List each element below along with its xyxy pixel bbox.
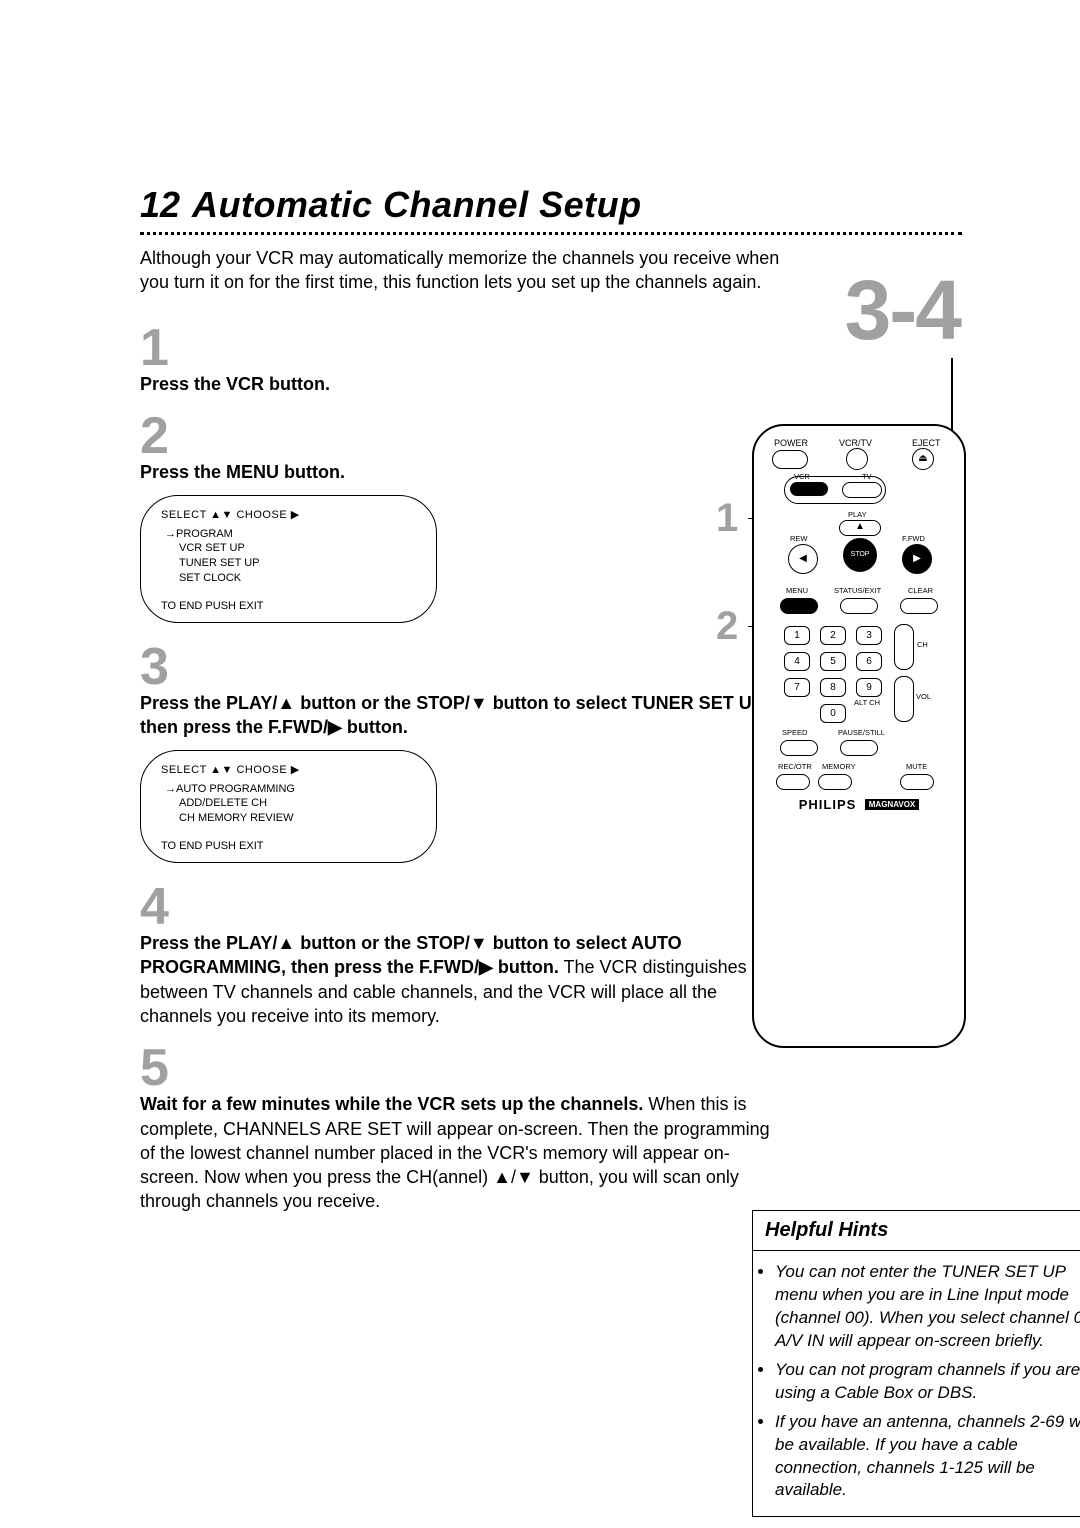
key-8: 8	[820, 678, 846, 697]
step-text: Press the VCR button.	[140, 372, 782, 396]
power-button	[772, 450, 808, 469]
key-5: 5	[820, 652, 846, 671]
key-0: 0	[820, 704, 846, 723]
page-heading: 12 Automatic Channel Setup	[140, 184, 642, 226]
label-altch: ALT CH	[854, 698, 880, 707]
ffwd-button: ▶	[902, 544, 932, 574]
step-number: 3	[140, 641, 782, 693]
remote-illustration: 1 2 POWER VCR/TV EJECT ⏏ VCR TV PLAY ▲ R…	[752, 424, 966, 1048]
key-3: 3	[856, 626, 882, 645]
label-ch: CH	[917, 640, 928, 649]
osd-footer: TO END PUSH EXIT	[161, 600, 416, 612]
key-9: 9	[856, 678, 882, 697]
vol-rocker	[894, 676, 914, 722]
step-text: Press the MENU button.	[140, 460, 782, 484]
osd-item: CH MEMORY REVIEW	[165, 811, 416, 826]
osd-items: PROGRAM VCR SET UP TUNER SET UP SET CLOC…	[165, 527, 416, 586]
label-speed: SPEED	[782, 728, 807, 737]
label-pause: PAUSE/STILL	[838, 728, 885, 737]
osd-items: AUTO PROGRAMMING ADD/DELETE CH CH MEMORY…	[165, 782, 416, 827]
osd-header: SELECT ▲▼ CHOOSE ▶	[161, 763, 416, 776]
key-1: 1	[784, 626, 810, 645]
hint-item: If you have an antenna, channels 2-69 wi…	[775, 1411, 1080, 1503]
label-vcr: VCR	[794, 472, 810, 481]
eject-button: ⏏	[912, 448, 934, 470]
helpful-hints-box: Helpful Hints You can not enter the TUNE…	[752, 1210, 1080, 1517]
osd-screen-main-menu: SELECT ▲▼ CHOOSE ▶ PROGRAM VCR SET UP TU…	[140, 495, 437, 623]
key-7: 7	[784, 678, 810, 697]
ch-rocker	[894, 624, 914, 670]
step-number: 4	[140, 881, 782, 933]
label-rew: REW	[790, 534, 808, 543]
key-2: 2	[820, 626, 846, 645]
osd-footer: TO END PUSH EXIT	[161, 840, 416, 852]
step-4: 4 Press the PLAY/▲ button or the STOP/▼ …	[140, 881, 782, 1028]
page-title: Automatic Channel Setup	[192, 184, 642, 226]
label-mute: MUTE	[906, 762, 927, 771]
vcrtv-button	[846, 448, 868, 470]
label-clear: CLEAR	[908, 586, 933, 595]
play-button: ▲	[839, 520, 881, 536]
helpful-hints-title: Helpful Hints	[753, 1211, 1080, 1251]
manual-page: 12 Automatic Channel Setup Although your…	[0, 0, 1080, 1528]
memory-button	[818, 774, 852, 790]
osd-header: SELECT ▲▼ CHOOSE ▶	[161, 508, 416, 521]
heading-dotted-rule	[140, 232, 962, 235]
remote-callout-2: 2	[716, 604, 738, 649]
hint-item: You can not program channels if you are …	[775, 1359, 1080, 1405]
label-eject: EJECT	[912, 438, 941, 448]
label-play: PLAY	[848, 510, 867, 519]
label-power: POWER	[774, 438, 808, 448]
brand-row: PHILIPS MAGNAVOX	[754, 796, 964, 814]
speed-button	[780, 740, 818, 756]
osd-item: ADD/DELETE CH	[165, 796, 416, 811]
osd-screen-tuner-setup: SELECT ▲▼ CHOOSE ▶ AUTO PROGRAMMING ADD/…	[140, 750, 437, 864]
step-5: 5 Wait for a few minutes while the VCR s…	[140, 1042, 782, 1213]
step-1: 1 Press the VCR button.	[140, 322, 782, 396]
step-number: 5	[140, 1042, 782, 1094]
stop-button: STOP	[843, 538, 877, 572]
label-menu: MENU	[786, 586, 808, 595]
osd-item: VCR SET UP	[165, 541, 416, 556]
recotr-button	[776, 774, 810, 790]
status-exit-button	[840, 598, 878, 614]
step-number: 2	[140, 410, 782, 462]
step-text: Wait for a few minutes while the VCR set…	[140, 1092, 782, 1213]
label-ffwd: F.FWD	[902, 534, 925, 543]
helpful-hints-list: You can not enter the TUNER SET UP menu …	[775, 1261, 1080, 1502]
clear-button	[900, 598, 938, 614]
label-vcrtv: VCR/TV	[839, 438, 872, 448]
step-text: Press the PLAY/▲ button or the STOP/▼ bu…	[140, 691, 782, 740]
step-3: 3 Press the PLAY/▲ button or the STOP/▼ …	[140, 641, 782, 863]
label-recotr: REC/OTR	[778, 762, 812, 771]
menu-button	[780, 598, 818, 614]
hint-item: You can not enter the TUNER SET UP menu …	[775, 1261, 1080, 1353]
osd-item: SET CLOCK	[165, 571, 416, 586]
label-memory: MEMORY	[822, 762, 856, 771]
step-text: Press the PLAY/▲ button or the STOP/▼ bu…	[140, 931, 782, 1028]
step-number: 1	[140, 322, 782, 374]
page-number: 12	[140, 184, 180, 226]
remote-callout-1: 1	[716, 496, 738, 541]
pause-button	[840, 740, 878, 756]
step-2: 2 Press the MENU button. SELECT ▲▼ CHOOS…	[140, 410, 782, 623]
label-vol: VOL	[916, 692, 931, 701]
rew-button: ◀	[788, 544, 818, 574]
key-4: 4	[784, 652, 810, 671]
brand-philips: PHILIPS	[799, 797, 857, 812]
tv-button	[842, 482, 882, 498]
steps-column: 1 Press the VCR button. 2 Press the MENU…	[140, 322, 782, 1220]
remote-body: POWER VCR/TV EJECT ⏏ VCR TV PLAY ▲ REW ◀…	[752, 424, 966, 1048]
label-status: STATUS/EXIT	[834, 586, 881, 595]
vcr-button	[790, 482, 828, 496]
osd-item: PROGRAM	[165, 527, 416, 542]
brand-magnavox: MAGNAVOX	[865, 799, 920, 810]
intro-paragraph: Although your VCR may automatically memo…	[140, 246, 780, 295]
key-6: 6	[856, 652, 882, 671]
label-tv: TV	[862, 472, 872, 481]
mute-button	[900, 774, 934, 790]
osd-item: AUTO PROGRAMMING	[165, 782, 416, 797]
osd-item: TUNER SET UP	[165, 556, 416, 571]
step-range-callout: 3-4	[845, 262, 960, 359]
